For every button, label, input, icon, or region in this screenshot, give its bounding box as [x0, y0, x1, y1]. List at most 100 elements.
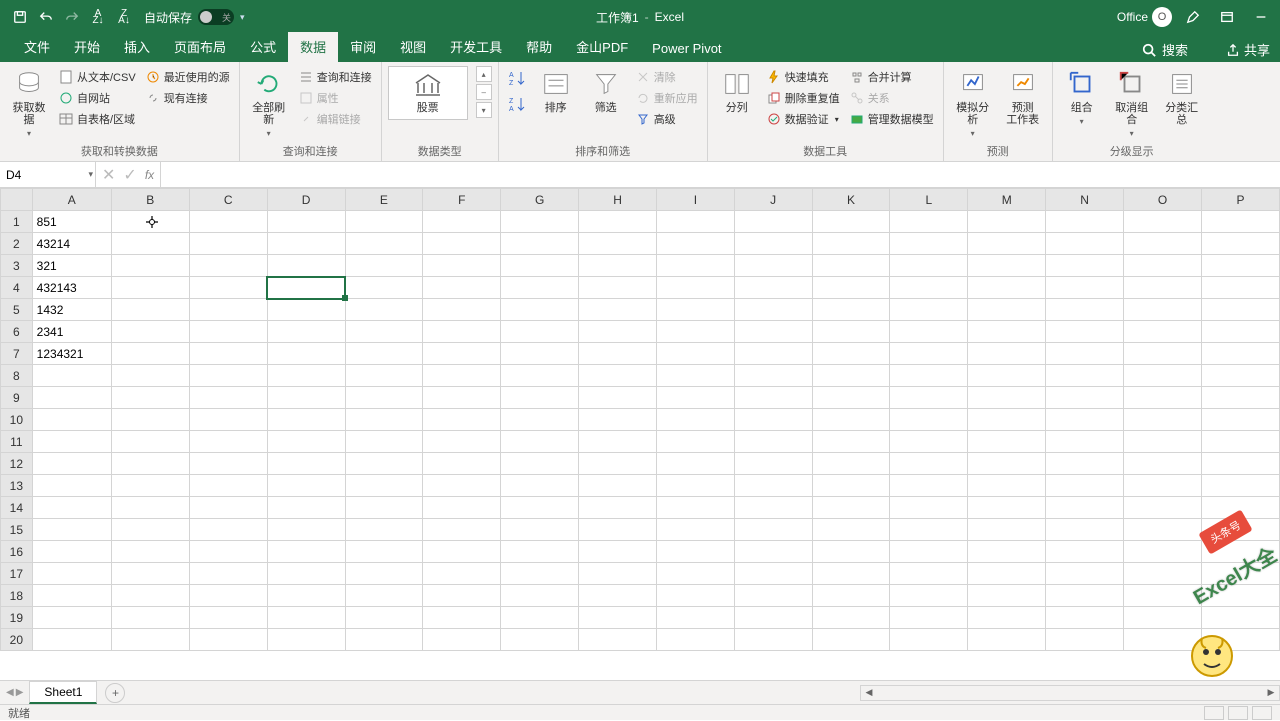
cell[interactable]: [32, 409, 111, 431]
cell[interactable]: [734, 519, 812, 541]
cell[interactable]: [734, 431, 812, 453]
nav-mid-icon[interactable]: –: [476, 84, 492, 100]
row-header[interactable]: 9: [1, 387, 33, 409]
cell[interactable]: [1202, 365, 1280, 387]
cell[interactable]: [968, 211, 1046, 233]
cell[interactable]: [579, 343, 657, 365]
ribbon-display-icon[interactable]: [1214, 4, 1240, 30]
cell[interactable]: [1046, 563, 1124, 585]
cell[interactable]: [423, 607, 501, 629]
cell[interactable]: [890, 299, 968, 321]
cell[interactable]: [111, 233, 189, 255]
cell[interactable]: [32, 431, 111, 453]
cell[interactable]: [189, 453, 267, 475]
cell[interactable]: [267, 211, 345, 233]
cell[interactable]: [968, 365, 1046, 387]
cell[interactable]: [1046, 299, 1124, 321]
cell[interactable]: [657, 255, 735, 277]
cell[interactable]: [111, 453, 189, 475]
cell[interactable]: [189, 211, 267, 233]
row-header[interactable]: 17: [1, 563, 33, 585]
cell[interactable]: [111, 409, 189, 431]
spreadsheet-grid[interactable]: ABCDEFGHIJKLMNOP185124321433214432143514…: [0, 188, 1280, 678]
cell[interactable]: [657, 365, 735, 387]
cell[interactable]: [1202, 541, 1280, 563]
cell[interactable]: [968, 277, 1046, 299]
row-header[interactable]: 15: [1, 519, 33, 541]
sheet-nav-next-icon[interactable]: ▶: [16, 687, 24, 698]
recent-sources-button[interactable]: 最近使用的源: [143, 68, 233, 86]
cell[interactable]: [1124, 497, 1202, 519]
cell[interactable]: [968, 387, 1046, 409]
group-button[interactable]: 组合▾: [1059, 66, 1105, 130]
cell[interactable]: [1202, 211, 1280, 233]
cell[interactable]: [1124, 453, 1202, 475]
cell[interactable]: [812, 629, 890, 651]
cell[interactable]: [890, 365, 968, 387]
tab-data[interactable]: 数据: [288, 32, 338, 62]
cell[interactable]: [1124, 519, 1202, 541]
from-web-button[interactable]: 自网站: [56, 89, 139, 107]
scroll-track[interactable]: [877, 686, 1263, 700]
cell[interactable]: 1432: [32, 299, 111, 321]
cell[interactable]: [345, 277, 423, 299]
cell[interactable]: [32, 365, 111, 387]
cell[interactable]: [111, 541, 189, 563]
pen-icon[interactable]: [1180, 4, 1206, 30]
tab-powerpivot[interactable]: Power Pivot: [640, 36, 733, 62]
cell[interactable]: [111, 607, 189, 629]
cell[interactable]: [501, 497, 579, 519]
cell[interactable]: [657, 277, 735, 299]
cell[interactable]: [32, 541, 111, 563]
save-icon[interactable]: [10, 7, 30, 27]
cell[interactable]: [111, 211, 189, 233]
cell[interactable]: [189, 277, 267, 299]
cell[interactable]: [501, 387, 579, 409]
row-header[interactable]: 3: [1, 255, 33, 277]
search-box[interactable]: 搜索: [1134, 37, 1196, 62]
cell[interactable]: [890, 409, 968, 431]
sort-desc-button[interactable]: ZA: [505, 92, 529, 116]
column-header[interactable]: G: [501, 189, 579, 211]
cell[interactable]: [267, 343, 345, 365]
cell[interactable]: [734, 387, 812, 409]
cell[interactable]: [1046, 475, 1124, 497]
cell[interactable]: [501, 519, 579, 541]
cell[interactable]: [579, 255, 657, 277]
cell[interactable]: [579, 453, 657, 475]
cell[interactable]: [1124, 233, 1202, 255]
cell[interactable]: [423, 365, 501, 387]
cell[interactable]: [734, 321, 812, 343]
cell[interactable]: [579, 299, 657, 321]
cell[interactable]: [189, 431, 267, 453]
tab-formulas[interactable]: 公式: [238, 32, 288, 62]
cell[interactable]: [189, 629, 267, 651]
cell[interactable]: 43214: [32, 233, 111, 255]
cell[interactable]: [111, 277, 189, 299]
queries-conn-button[interactable]: 查询和连接: [296, 68, 375, 86]
row-header[interactable]: 4: [1, 277, 33, 299]
cell[interactable]: [890, 431, 968, 453]
cell[interactable]: [501, 321, 579, 343]
cell[interactable]: [345, 607, 423, 629]
data-validation-button[interactable]: 数据验证▾: [764, 110, 843, 128]
undo-icon[interactable]: [36, 7, 56, 27]
cell[interactable]: [32, 629, 111, 651]
cell[interactable]: [657, 299, 735, 321]
cell[interactable]: [657, 211, 735, 233]
cell[interactable]: [1124, 365, 1202, 387]
cell[interactable]: [734, 255, 812, 277]
cell[interactable]: [32, 519, 111, 541]
cell[interactable]: [734, 607, 812, 629]
cell[interactable]: [267, 321, 345, 343]
row-header[interactable]: 5: [1, 299, 33, 321]
cell[interactable]: [890, 387, 968, 409]
cell[interactable]: [1046, 629, 1124, 651]
tab-home[interactable]: 开始: [62, 32, 112, 62]
cell[interactable]: [501, 299, 579, 321]
nav-down-icon[interactable]: ▾: [476, 102, 492, 118]
cell[interactable]: [423, 453, 501, 475]
row-header[interactable]: 1: [1, 211, 33, 233]
cell[interactable]: [968, 629, 1046, 651]
cell[interactable]: [189, 409, 267, 431]
